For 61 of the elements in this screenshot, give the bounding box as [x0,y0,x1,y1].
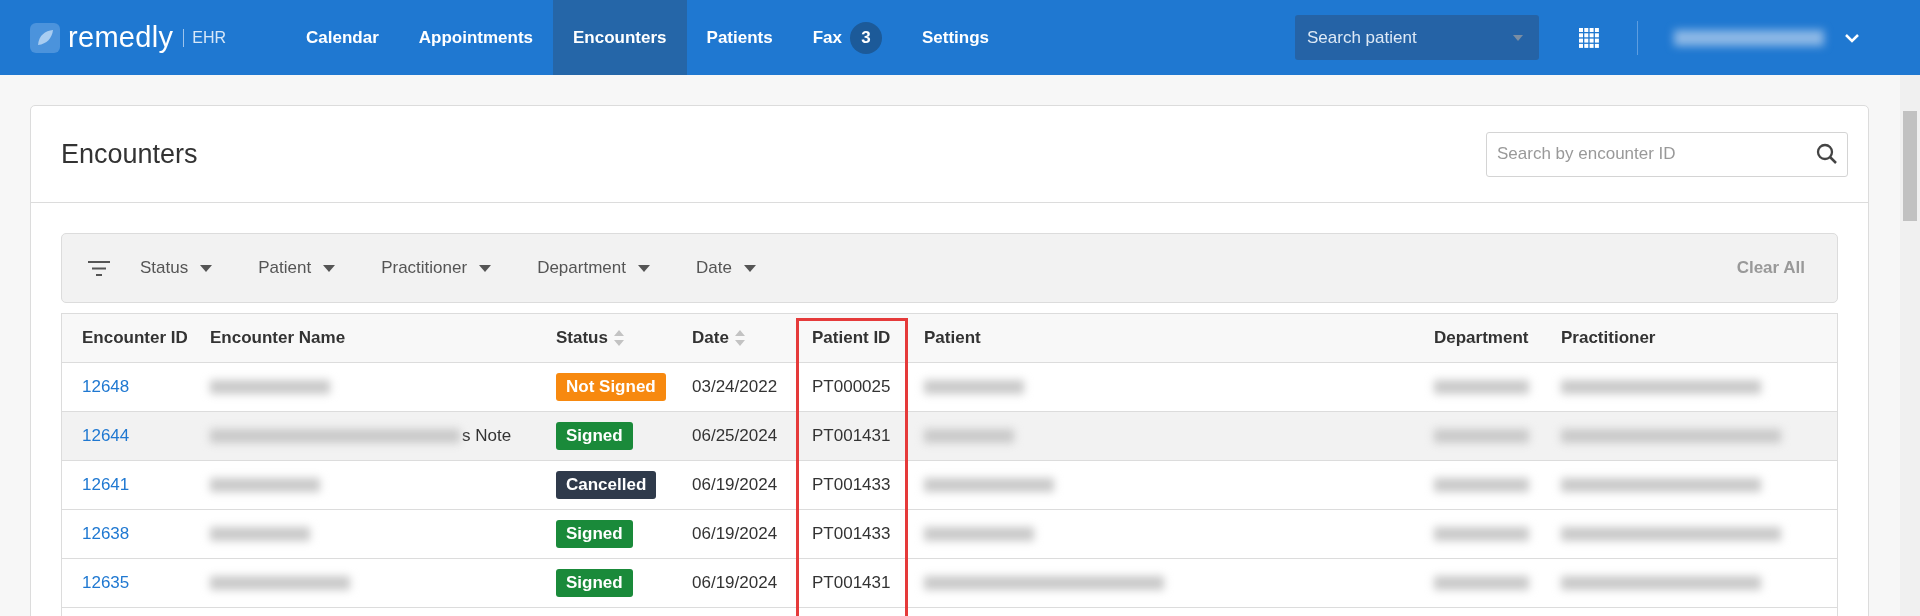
column-header: Patient ID [811,327,892,349]
column-header: Department [1433,327,1530,349]
caret-icon [479,264,492,272]
date-text: 06/19/2024 [692,524,778,544]
sort-icon [613,330,624,346]
nav-tab[interactable]: Appointments [398,0,554,75]
filter-dropdown[interactable]: Department [537,258,650,278]
caret-icon [743,264,756,272]
column-header[interactable]: Date [676,314,796,362]
logo-text: remedly [68,21,174,54]
status-badge: Signed [556,422,633,450]
search-icon [1816,142,1838,165]
encounter-name: s Note [462,426,512,446]
column-header: Patient [923,327,982,349]
patient-search-field[interactable]: Search patient [1295,15,1539,60]
date-text: 06/19/2024 [692,475,778,495]
patient-id-text: PT001431 [812,426,891,446]
caret-icon [200,264,213,272]
filter-icon[interactable] [88,260,110,276]
nav-tab[interactable]: Calendar [286,0,399,75]
caret-icon [323,264,336,272]
encounter-search-field[interactable]: Search by encounter ID [1486,131,1848,177]
encounter-id-link[interactable]: 12641 [82,475,130,495]
nav-tab[interactable]: Fax 3 [792,0,902,75]
sort-icon [734,330,745,346]
column-header: Practitioner [1560,327,1657,349]
patient-id-text: PT001431 [812,573,891,593]
date-text: 03/24/2022 [692,377,778,397]
apps-grid-icon[interactable] [1579,27,1599,48]
patient-id-text: PT001433 [812,524,891,544]
status-badge: Signed [556,520,633,548]
encounter-id-link[interactable]: 12648 [82,377,130,397]
date-text: 06/19/2024 [692,573,778,593]
nav-tab[interactable]: Settings [902,0,1010,75]
scrollbar[interactable] [1900,75,1920,616]
patient-id-text: PT001433 [812,475,891,495]
encounter-id-link[interactable]: 12638 [82,524,130,544]
product-label: EHR [183,28,227,47]
column-header: Encounter Name [209,327,347,349]
column-header: Encounter ID [81,327,189,349]
filter-dropdown[interactable]: Practitioner [381,258,492,278]
filter-dropdown[interactable]: Date [695,258,756,278]
encounter-id-link[interactable]: 12635 [82,573,130,593]
status-badge: Cancelled [556,471,657,499]
chevron-down-icon[interactable] [1844,32,1860,43]
status-badge: Not Signed [556,373,666,401]
nav-tab[interactable]: Patients [686,0,793,75]
filter-dropdown[interactable]: Status [140,258,213,278]
page-title: Encounters [61,138,198,170]
leaf-logo-icon [30,22,60,53]
table-row[interactable]: 12644 s Note Signed 06/25/2024 PT001431 [62,412,1837,461]
caret-icon [1513,35,1523,41]
filter-dropdown[interactable]: Patient [258,258,336,278]
nav-tab[interactable]: Encounters [553,0,687,75]
count-badge: 3 [850,21,882,54]
column-header[interactable]: Status [540,314,676,362]
caret-icon [637,264,650,272]
date-text: 06/25/2024 [692,426,778,446]
patient-id-text: PT000025 [812,377,891,397]
status-badge: Signed [556,569,633,597]
encounter-id-link[interactable]: 12644 [82,426,130,446]
